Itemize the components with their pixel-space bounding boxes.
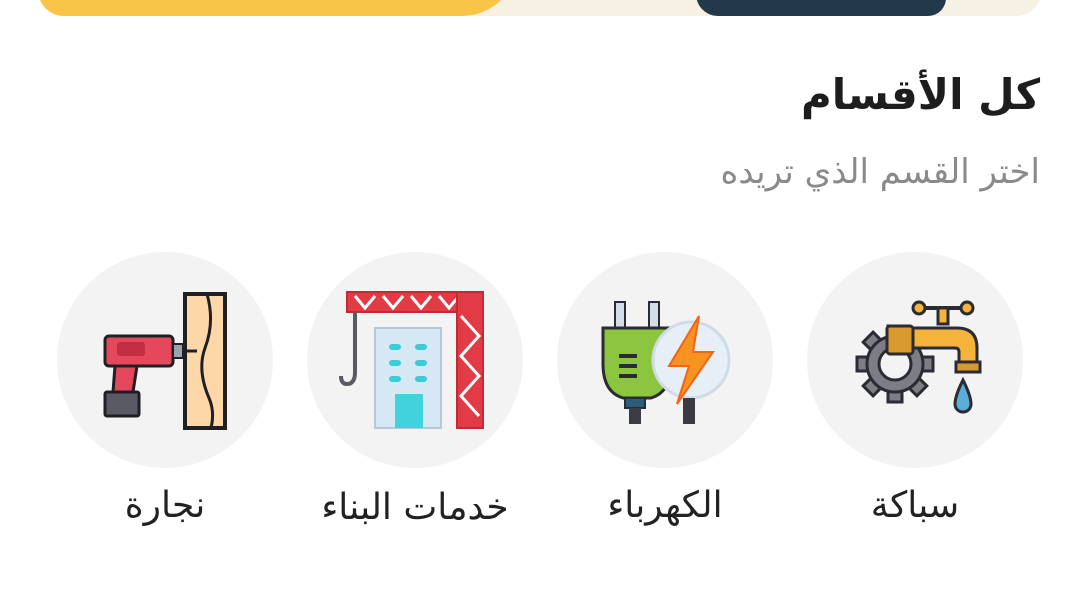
section-subtitle: اختر القسم الذي تريده [720,152,1040,192]
category-label: خدمات البناء [321,487,509,528]
banner-image-area [696,0,946,16]
category-label: الكهرباء [607,485,723,526]
banner-curve [418,0,518,16]
category-construction[interactable]: خدمات البناء [307,252,523,592]
category-label: نجارة [124,485,206,526]
construction-crane-icon [339,291,484,429]
category-circle [807,252,1023,468]
category-circle [307,252,523,468]
electricity-icon [601,301,731,424]
banner-yellow-area [38,0,438,16]
category-circle [57,252,273,468]
category-plumbing[interactable]: سباكة [807,252,1023,592]
category-carpentry[interactable]: نجارة [57,252,273,592]
category-label: سباكة [870,485,960,526]
promo-banner[interactable] [38,0,1042,16]
carpentry-drill-icon [103,292,227,430]
category-electricity[interactable]: الكهرباء [557,252,773,592]
plumbing-icon [855,300,982,414]
section-title: كل الأقسام [801,70,1040,119]
category-circle [557,252,773,468]
